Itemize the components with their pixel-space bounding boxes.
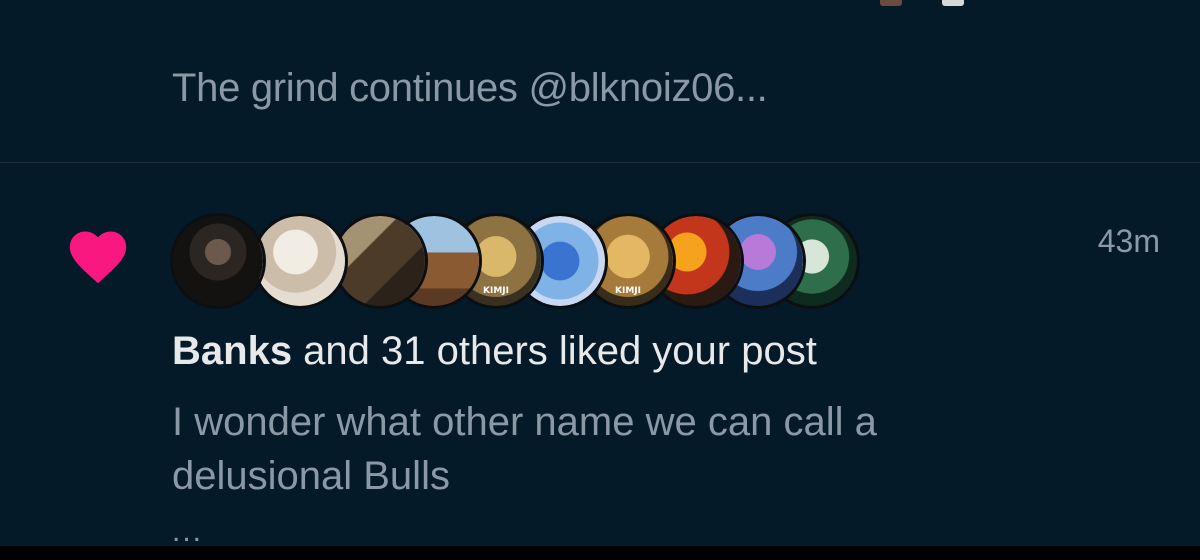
actor-name[interactable]: Banks	[172, 329, 292, 373]
emoji-icon	[942, 0, 964, 6]
avatar-1[interactable]	[170, 213, 266, 309]
emoji-icon	[880, 0, 902, 6]
bottom-edge	[0, 546, 1200, 560]
avatar-label: KIMJI	[615, 286, 641, 296]
post-line: delusional Bulls	[172, 454, 450, 498]
headline-rest: and 31 others liked your post	[292, 329, 817, 373]
notification-snippet: The grind continues @blknoiz06...	[172, 66, 768, 110]
avatar-label: KIMJI	[483, 286, 509, 296]
truncation-ellipsis: ...	[172, 515, 204, 548]
like-notification[interactable]: KIMJI KIMJI 43m Banks and 31 others like…	[0, 163, 1200, 548]
post-line: I wonder what other name we can call a	[172, 400, 877, 444]
heart-icon	[69, 231, 127, 284]
previous-emoji-row	[880, 0, 964, 6]
notification-headline: Banks and 31 others liked your post	[172, 329, 817, 374]
timestamp: 43m	[1097, 223, 1160, 259]
previous-notification[interactable]: The grind continues @blknoiz06...	[0, 0, 1200, 162]
post-preview[interactable]: I wonder what other name we can call a d…	[172, 395, 1072, 503]
avatar-2[interactable]	[252, 213, 348, 309]
